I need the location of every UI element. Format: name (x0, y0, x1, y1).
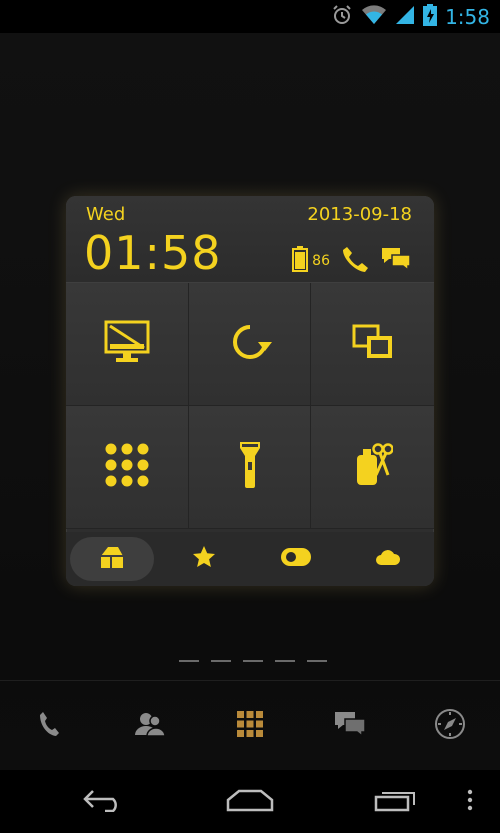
widget-tab-bar (66, 532, 434, 586)
page-dash (179, 660, 199, 662)
dock-people[interactable] (130, 706, 170, 746)
overflow-menu-button[interactable] (450, 782, 490, 822)
battery-percent: 86 (312, 253, 330, 269)
dock-browser[interactable] (430, 706, 470, 746)
widget-clock[interactable]: 01:58 (84, 226, 222, 280)
switches-tab[interactable] (250, 532, 342, 586)
alarm-icon (331, 4, 353, 30)
monitor-icon (104, 320, 150, 368)
signal-icon (395, 5, 415, 29)
navigation-bar (0, 770, 500, 833)
page-dash (275, 660, 295, 662)
home-widget: Wed 2013-09-18 01:58 86 (66, 196, 434, 586)
app-grid-icon (104, 442, 150, 492)
back-icon (81, 788, 127, 816)
scissors-bottle-icon (353, 443, 394, 491)
page-dash (307, 660, 327, 662)
rotation-toggle[interactable] (189, 283, 311, 406)
flashlight-icon (238, 440, 262, 494)
phone-icon[interactable] (340, 244, 370, 278)
cloud-icon (375, 548, 401, 570)
home-tab[interactable] (66, 532, 158, 586)
flashlight-toggle[interactable] (189, 406, 311, 529)
battery-charging-icon (423, 4, 438, 30)
widget-day: Wed (86, 204, 126, 225)
overflow-menu-icon (467, 789, 473, 815)
dock-messaging[interactable] (330, 706, 370, 746)
favorites-tab[interactable] (158, 532, 250, 586)
home-icon (99, 544, 125, 574)
dock-phone[interactable] (30, 706, 70, 746)
widget-header[interactable]: Wed 2013-09-18 01:58 86 (66, 196, 434, 283)
status-time: 1:58 (445, 5, 490, 29)
wifi-icon (361, 5, 387, 29)
recent-apps-button[interactable] (366, 782, 426, 822)
home-button[interactable] (220, 782, 280, 822)
messaging-icon (334, 710, 366, 742)
home-icon (225, 788, 275, 816)
switch-icon (280, 547, 312, 571)
page-dash (243, 660, 263, 662)
recent-apps-icon (373, 788, 419, 816)
dock (0, 680, 500, 771)
screen-toggle[interactable] (66, 283, 189, 406)
widget-status-row: 86 (292, 244, 412, 278)
apps-toggle[interactable] (66, 406, 189, 529)
phone-icon (39, 711, 61, 741)
battery-icon (292, 246, 309, 276)
rotate-icon (225, 317, 275, 371)
browser-icon (434, 708, 466, 744)
dock-app-drawer[interactable] (230, 706, 270, 746)
page-indicator (179, 660, 327, 662)
back-button[interactable] (74, 782, 134, 822)
windows-toggle[interactable] (311, 283, 434, 406)
widget-date: 2013-09-18 (307, 204, 412, 225)
status-bar: 1:58 (0, 0, 500, 33)
page-dash (211, 660, 231, 662)
app-drawer-icon (236, 710, 264, 742)
toggle-grid (66, 283, 434, 529)
messages-icon[interactable] (380, 245, 412, 277)
windows-icon (352, 324, 394, 364)
people-icon (134, 711, 166, 741)
star-icon (192, 545, 216, 573)
weather-tab[interactable] (342, 532, 434, 586)
tools-toggle[interactable] (311, 406, 434, 529)
